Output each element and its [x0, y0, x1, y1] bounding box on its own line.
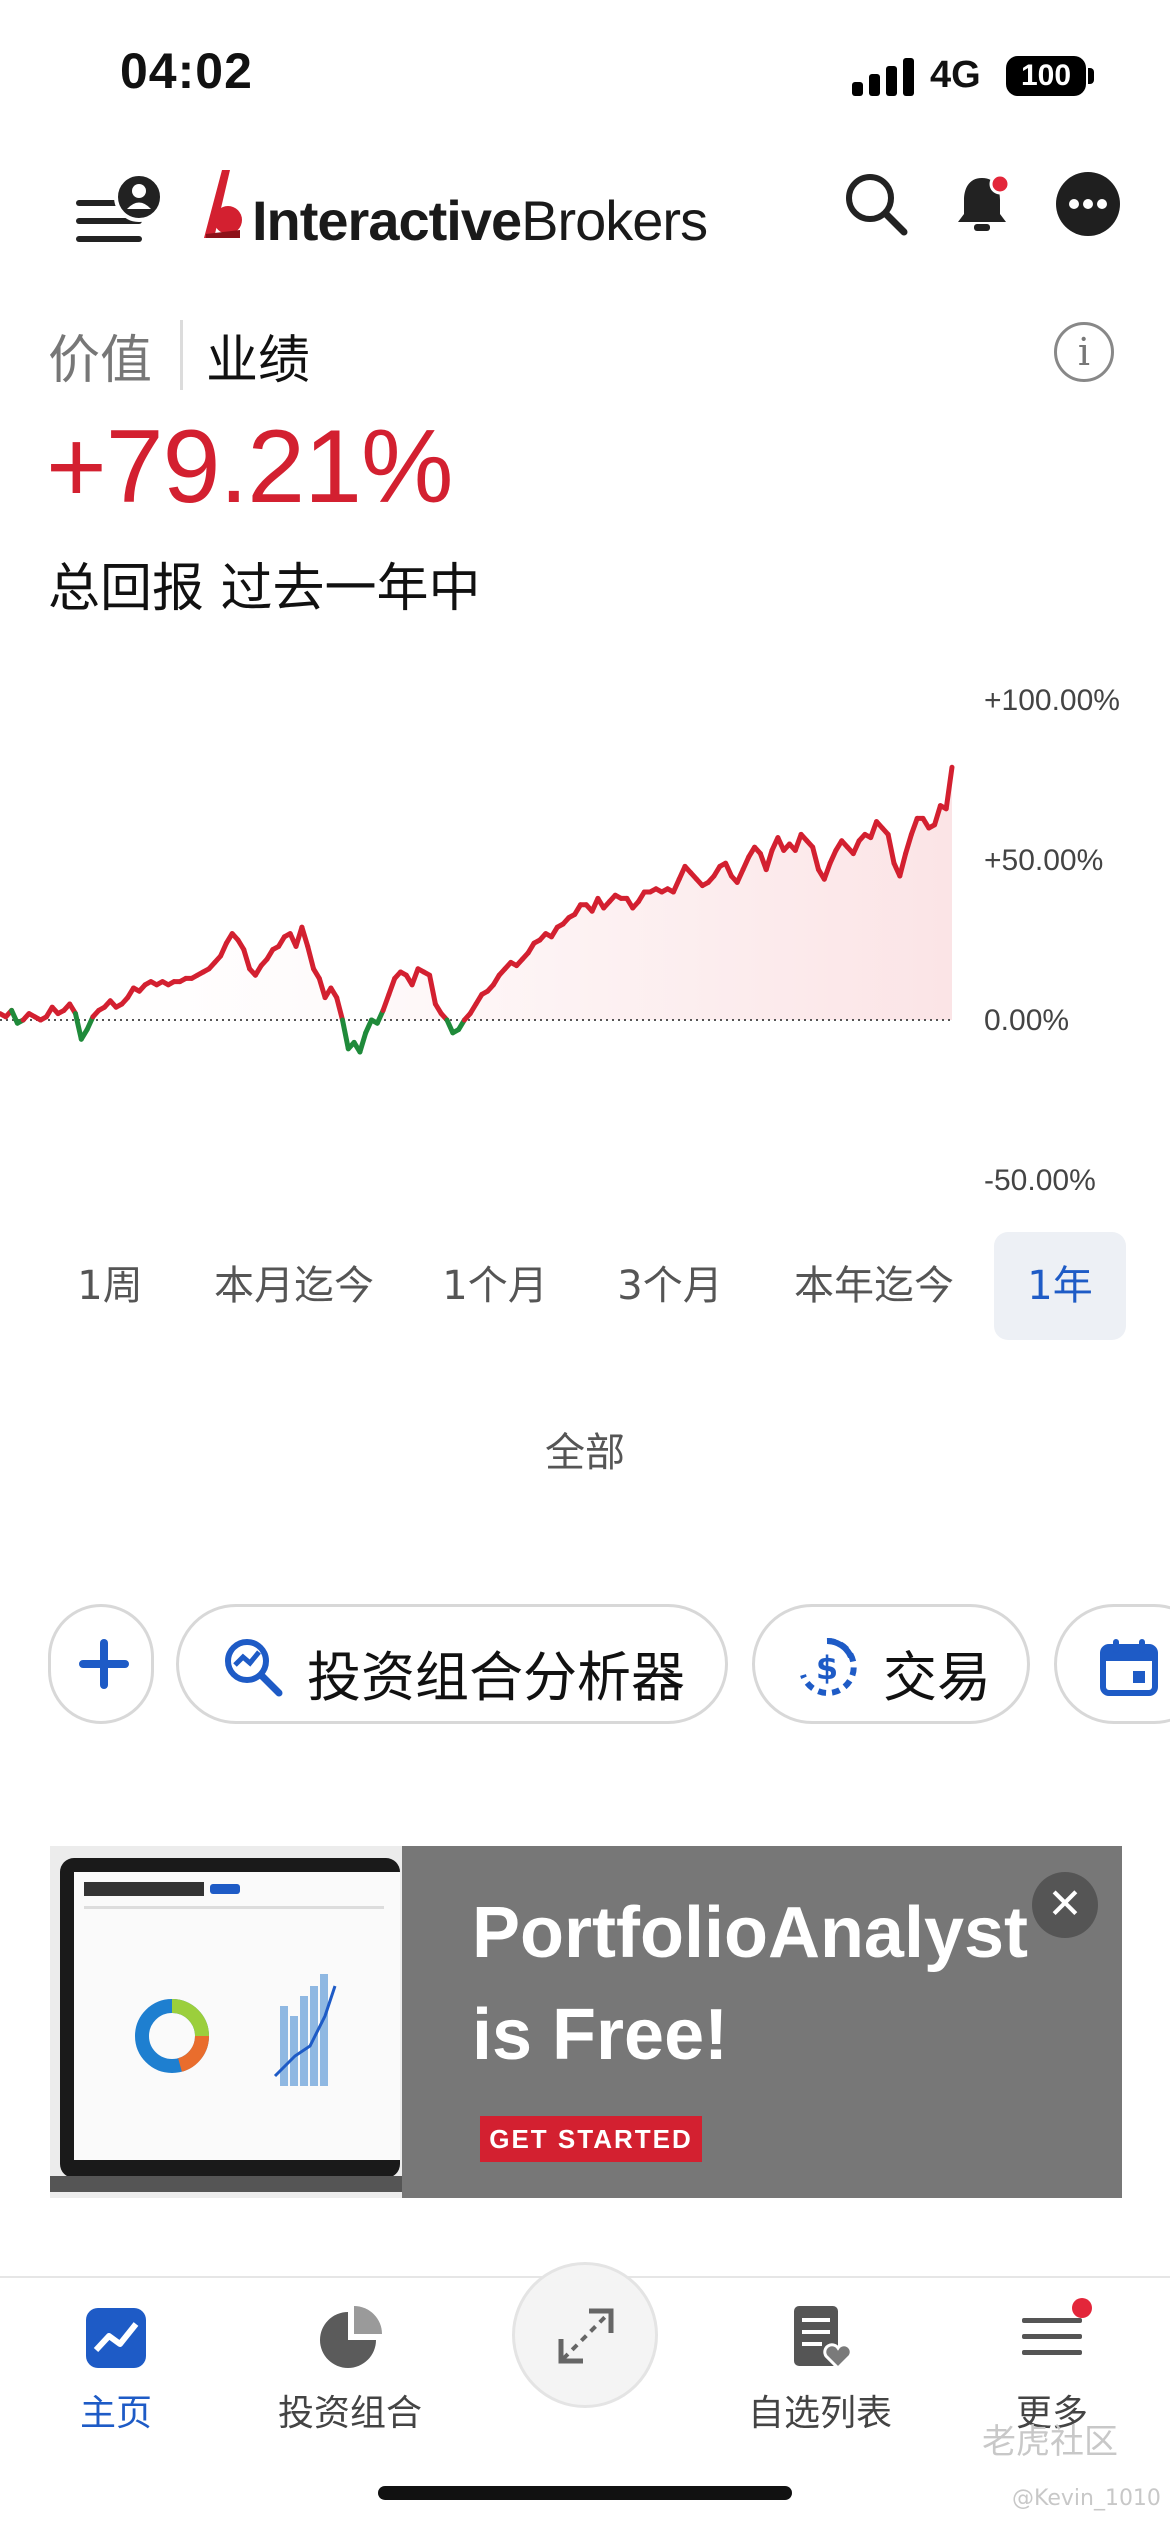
chart-line-segment: [73, 1011, 84, 1042]
chart-area-fill: [0, 767, 952, 1020]
chart-line-segment: [357, 1030, 369, 1055]
home-chart-icon: [86, 2308, 146, 2368]
home-indicator: [378, 2486, 792, 2500]
total-return-value: +79.21%: [46, 409, 453, 525]
brand-logo-text: InteractiveBrokers: [252, 189, 708, 252]
performance-chart[interactable]: +100.00% +50.00% 0.00% -50.00%: [0, 670, 1170, 1230]
promo-banner[interactable]: PortfolioAnalyst is Free! GET STARTED ✕: [50, 1846, 1122, 2198]
portfolio-analyzer-button[interactable]: 投资组合分析器: [176, 1604, 728, 1724]
range-option[interactable]: 本年迄今: [774, 1232, 974, 1340]
range-option[interactable]: 1年: [994, 1232, 1126, 1340]
y-axis-tick-label: -50.00%: [984, 1164, 1096, 1197]
range-option[interactable]: 1个月: [430, 1232, 560, 1340]
trade-button[interactable]: $ 交易: [752, 1604, 1030, 1724]
watermark-text: 老虎社区: [982, 2422, 1118, 2462]
svg-text:$: $: [816, 1649, 838, 1687]
tab-performance[interactable]: 业绩: [206, 318, 310, 393]
close-icon[interactable]: ✕: [1032, 1872, 1098, 1938]
range-all[interactable]: 全部: [520, 1420, 650, 1478]
portfolio-analyzer-icon: [225, 1639, 283, 1697]
laptop-screenshot-image: [50, 1846, 402, 2198]
search-icon[interactable]: [842, 170, 910, 238]
banner-title: PortfolioAnalyst is Free!: [472, 1893, 1029, 2075]
portfolio-analyzer-label: 投资组合分析器: [307, 1646, 685, 1709]
account-icon: [114, 172, 164, 222]
signal-icon: [852, 58, 916, 96]
calendar-button[interactable]: [1054, 1604, 1170, 1724]
expand-arrows-icon: [558, 2308, 614, 2364]
calendar-icon: [1100, 1639, 1158, 1696]
chart-line-segment: [340, 1017, 351, 1052]
status-time: 04:02: [120, 43, 253, 99]
get-started-button[interactable]: GET STARTED: [480, 2116, 702, 2162]
range-option[interactable]: 1周: [60, 1232, 160, 1340]
watermark-handle: @Kevin_1010: [1012, 2486, 1161, 2511]
nav-portfolio-label: 投资组合: [277, 2393, 422, 2434]
tab-divider: [180, 320, 183, 390]
add-action-button[interactable]: [48, 1604, 154, 1724]
pie-chart-icon: [320, 2306, 382, 2368]
y-axis-tick-label: +100.00%: [984, 684, 1120, 717]
info-icon[interactable]: i: [1054, 322, 1114, 382]
menu-icon: [1022, 2298, 1092, 2355]
tab-value[interactable]: 价值: [48, 318, 152, 393]
more-options-icon[interactable]: [1054, 170, 1122, 238]
range-option[interactable]: 3个月: [598, 1232, 742, 1340]
expand-button[interactable]: [512, 2262, 658, 2408]
watchlist-icon: [794, 2306, 853, 2371]
network-type: 4G: [930, 54, 981, 96]
range-option[interactable]: 本月迄今: [196, 1232, 392, 1340]
brand-logo-icon: [200, 168, 246, 246]
nav-home-label: 主页: [79, 2393, 152, 2434]
notification-bell-icon[interactable]: [948, 170, 1016, 238]
battery-icon: 100: [1006, 56, 1086, 96]
trade-label: 交易: [883, 1646, 991, 1709]
total-return-label: 总回报 过去一年中: [48, 559, 481, 619]
battery-nub: [1088, 68, 1094, 84]
y-axis-tick-label: 0.00%: [984, 1004, 1069, 1037]
y-axis-tick-label: +50.00%: [984, 844, 1103, 877]
plus-icon: [79, 1639, 129, 1689]
trade-icon: $: [800, 1637, 857, 1696]
nav-watchlist-label: 自选列表: [747, 2393, 892, 2434]
